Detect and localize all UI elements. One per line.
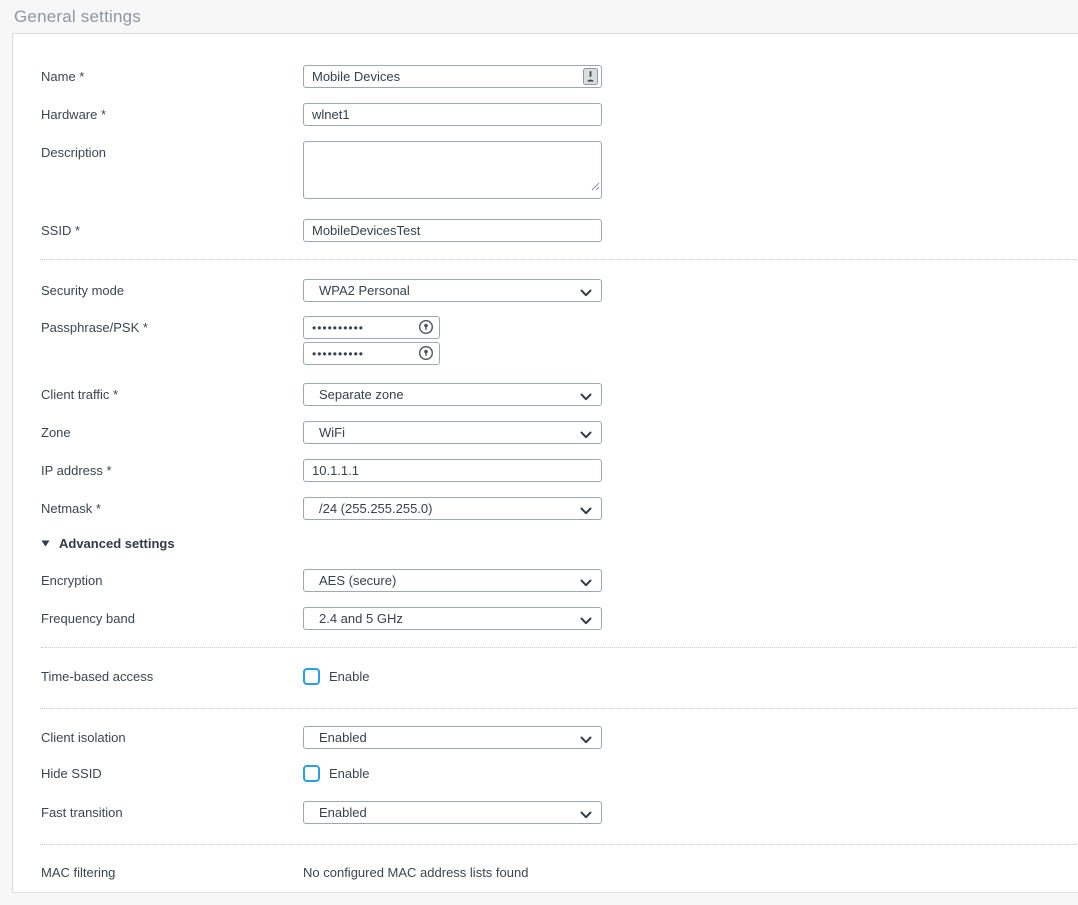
encryption-select[interactable]: AES (secure) xyxy=(303,569,602,592)
show-password-icon[interactable] xyxy=(418,319,434,335)
form-row-frequency-band: Frequency band 2.4 and 5 GHz xyxy=(41,607,1078,630)
form-row-hide-ssid: Hide SSID Enable xyxy=(41,764,1078,782)
zone-label: Zone xyxy=(41,421,303,440)
form-row-fast-transition: Fast transition Enabled xyxy=(41,801,1078,824)
form-row-mac-filtering: MAC filtering No configured MAC address … xyxy=(41,861,1078,880)
general-settings-card: Name * Hardware * Description xyxy=(12,33,1078,893)
form-row-client-traffic: Client traffic * Separate zone xyxy=(41,383,1078,406)
advanced-settings-toggle[interactable]: Advanced settings xyxy=(41,536,1078,551)
chevron-down-icon xyxy=(580,428,592,443)
caret-down-icon xyxy=(41,540,50,547)
time-based-access-label: Time-based access xyxy=(41,667,303,684)
form-row-security-mode: Security mode WPA2 Personal xyxy=(41,279,1078,302)
passphrase-label: Passphrase/PSK * xyxy=(41,316,303,335)
frequency-band-select[interactable]: 2.4 and 5 GHz xyxy=(303,607,602,630)
page-title: General settings xyxy=(14,7,141,27)
hide-ssid-label: Hide SSID xyxy=(41,764,303,781)
chevron-down-icon xyxy=(580,286,592,301)
form-row-time-based-access: Time-based access Enable xyxy=(41,667,1078,685)
form-row-zone: Zone WiFi xyxy=(41,421,1078,444)
client-isolation-label: Client isolation xyxy=(41,726,303,745)
hardware-label: Hardware * xyxy=(41,103,303,122)
time-based-access-checkbox-label: Enable xyxy=(329,669,369,684)
netmask-select[interactable]: /24 (255.255.255.0) xyxy=(303,497,602,520)
security-mode-value: WPA2 Personal xyxy=(319,283,410,298)
form-row-hardware: Hardware * xyxy=(41,103,1078,126)
ip-address-input[interactable] xyxy=(303,459,602,482)
frequency-band-label: Frequency band xyxy=(41,607,303,626)
form-row-name: Name * xyxy=(41,65,1078,88)
section-divider xyxy=(41,647,1078,648)
netmask-label: Netmask * xyxy=(41,497,303,516)
ssid-label: SSID * xyxy=(41,219,303,238)
autofill-contact-icon[interactable] xyxy=(583,68,598,85)
client-isolation-value: Enabled xyxy=(319,730,367,745)
ip-address-label: IP address * xyxy=(41,459,303,478)
form-row-encryption: Encryption AES (secure) xyxy=(41,569,1078,592)
client-traffic-value: Separate zone xyxy=(319,387,404,402)
hide-ssid-checkbox-label: Enable xyxy=(329,766,369,781)
hardware-input[interactable] xyxy=(303,103,602,126)
client-traffic-label: Client traffic * xyxy=(41,383,303,402)
chevron-down-icon xyxy=(580,733,592,748)
name-input[interactable] xyxy=(303,65,602,88)
encryption-value: AES (secure) xyxy=(319,573,396,588)
resize-grip-icon[interactable] xyxy=(591,178,600,196)
mac-filtering-status: No configured MAC address lists found xyxy=(303,861,528,880)
encryption-label: Encryption xyxy=(41,569,303,588)
chevron-down-icon xyxy=(580,808,592,823)
client-isolation-select[interactable]: Enabled xyxy=(303,726,602,749)
netmask-value: /24 (255.255.255.0) xyxy=(319,501,432,516)
form-row-description: Description xyxy=(41,141,1078,199)
time-based-access-checkbox[interactable] xyxy=(303,668,320,685)
description-label: Description xyxy=(41,141,303,160)
hide-ssid-checkbox[interactable] xyxy=(303,765,320,782)
fast-transition-value: Enabled xyxy=(319,805,367,820)
name-label: Name * xyxy=(41,65,303,84)
section-divider xyxy=(41,844,1078,845)
show-password-icon[interactable] xyxy=(418,345,434,361)
ssid-input[interactable] xyxy=(303,219,602,242)
chevron-down-icon xyxy=(580,614,592,629)
form-row-client-isolation: Client isolation Enabled xyxy=(41,726,1078,749)
section-divider xyxy=(41,708,1078,709)
description-textarea[interactable] xyxy=(303,141,602,199)
fast-transition-label: Fast transition xyxy=(41,801,303,820)
zone-select[interactable]: WiFi xyxy=(303,421,602,444)
advanced-settings-label: Advanced settings xyxy=(59,536,175,551)
chevron-down-icon xyxy=(580,390,592,405)
form-row-netmask: Netmask * /24 (255.255.255.0) xyxy=(41,497,1078,520)
form-row-passphrase: Passphrase/PSK * xyxy=(41,316,1078,368)
security-mode-select[interactable]: WPA2 Personal xyxy=(303,279,602,302)
fast-transition-select[interactable]: Enabled xyxy=(303,801,602,824)
frequency-band-value: 2.4 and 5 GHz xyxy=(319,611,403,626)
chevron-down-icon xyxy=(580,504,592,519)
client-traffic-select[interactable]: Separate zone xyxy=(303,383,602,406)
zone-value: WiFi xyxy=(319,425,345,440)
section-divider xyxy=(41,259,1078,260)
form-row-ssid: SSID * xyxy=(41,219,1078,242)
chevron-down-icon xyxy=(580,576,592,591)
security-mode-label: Security mode xyxy=(41,279,303,298)
wireless-network-form: Name * Hardware * Description xyxy=(13,34,1078,880)
form-row-ip-address: IP address * xyxy=(41,459,1078,482)
mac-filtering-label: MAC filtering xyxy=(41,861,303,880)
